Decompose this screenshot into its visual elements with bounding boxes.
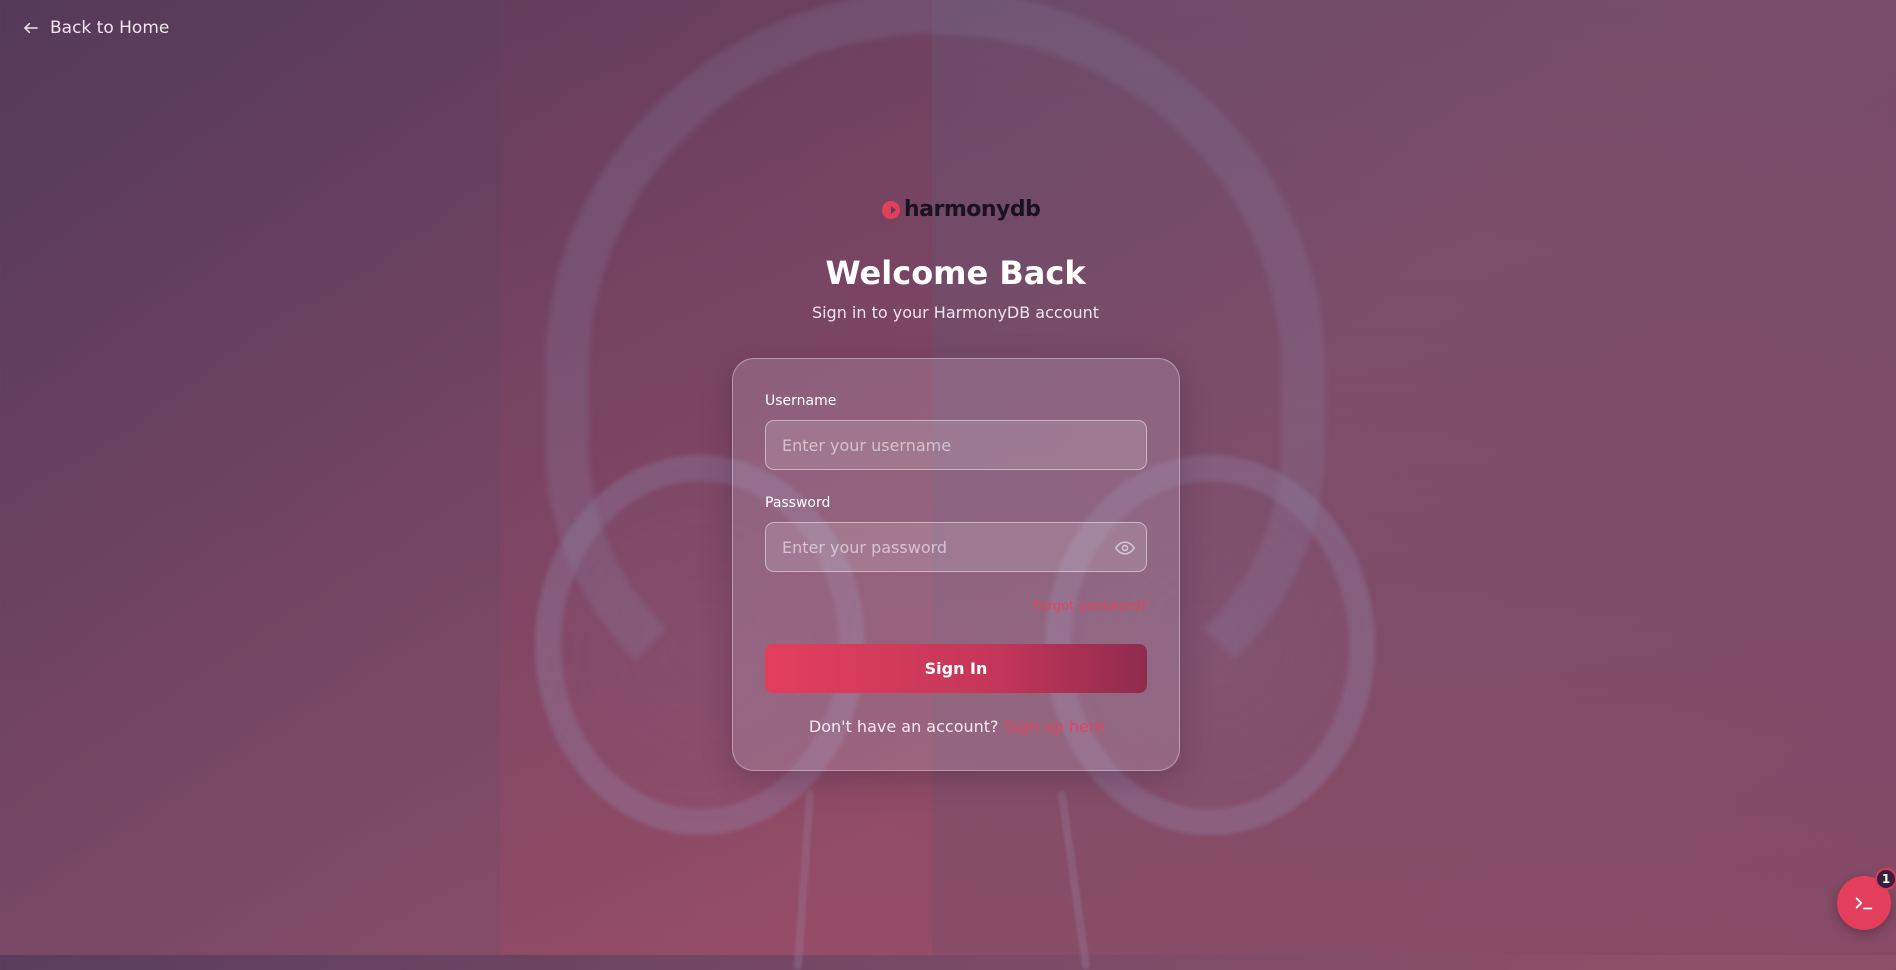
password-input[interactable] — [766, 523, 1146, 571]
signup-row: Don't have an account? Sign up here — [733, 717, 1181, 736]
username-label: Username — [765, 393, 837, 409]
sign-in-button[interactable]: Sign In — [765, 644, 1147, 693]
password-field-wrapper — [765, 522, 1147, 572]
back-to-home-label: Back to Home — [50, 18, 170, 38]
brand-name: harmonydb — [904, 197, 1041, 222]
eye-icon[interactable] — [1115, 538, 1135, 558]
password-label: Password — [765, 495, 831, 511]
signup-prompt: Don't have an account? — [808, 717, 999, 736]
forgot-password-link[interactable]: Forgot password? — [1033, 599, 1147, 614]
username-input[interactable] — [766, 421, 1146, 469]
notification-badge: 1 — [1875, 868, 1896, 890]
username-field-wrapper — [765, 420, 1147, 470]
page-title: Welcome Back — [825, 254, 1086, 292]
page-subtitle: Sign in to your HarmonyDB account — [811, 303, 1100, 322]
terminal-icon — [1855, 897, 1873, 910]
sign-up-link[interactable]: Sign up here — [1004, 717, 1105, 736]
brand-logo: harmonydb — [881, 197, 1041, 222]
play-logo-icon — [882, 200, 900, 219]
arrow-left-icon — [24, 22, 38, 34]
back-to-home-link[interactable]: Back to Home — [22, 18, 169, 38]
login-card: Username Password Forgot password? Sign … — [732, 358, 1180, 771]
